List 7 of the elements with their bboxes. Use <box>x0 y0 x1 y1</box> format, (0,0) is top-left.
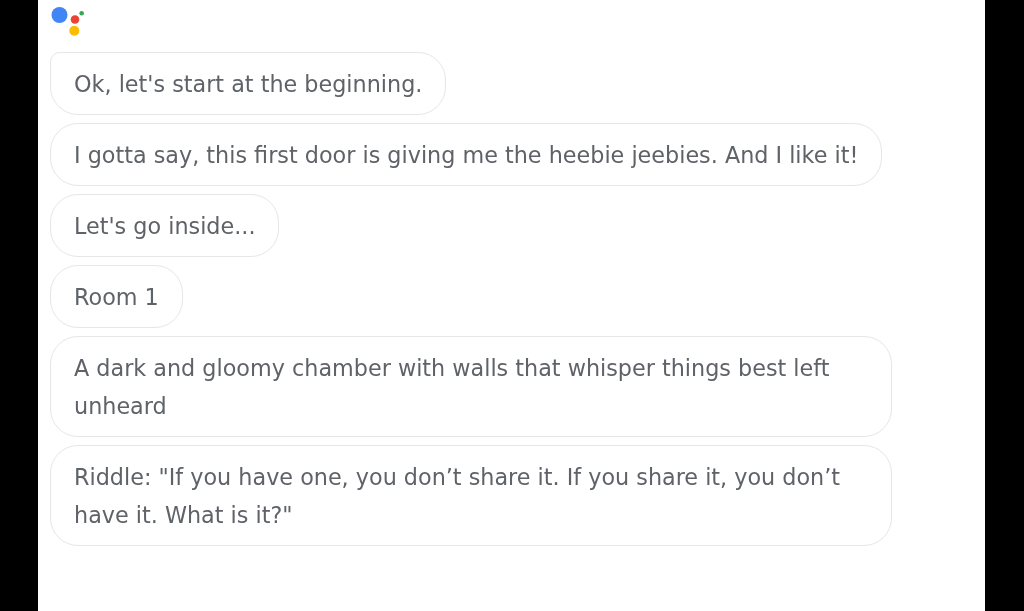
message-bubble: I gotta say, this first door is giving me the heebie jeebies. And I like it! <box>50 123 883 186</box>
message-bubble: A dark and gloomy chamber with walls that whisper things best left unheard <box>50 336 892 437</box>
dots-logo-icon <box>51 7 84 36</box>
message-bubble: Let's go inside... <box>50 194 280 257</box>
message-bubble: Riddle: "If you have one, you don’t share it. If you share it, you don’t have it. What is it?" <box>50 445 892 546</box>
message-bubble: Ok, let's start at the beginning. <box>50 52 447 115</box>
message-bubble: Room 1 <box>50 265 183 328</box>
